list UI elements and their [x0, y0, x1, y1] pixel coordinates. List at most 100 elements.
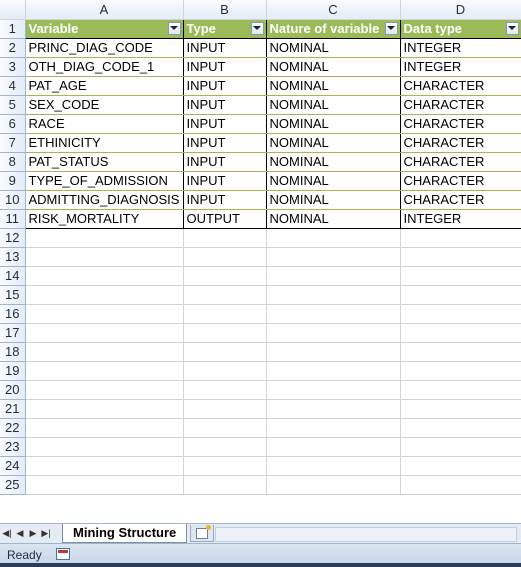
row-header[interactable]: 6 — [0, 114, 26, 134]
empty-cell[interactable] — [25, 247, 184, 267]
filter-dropdown-icon[interactable] — [384, 21, 398, 35]
table-cell[interactable]: PAT_AGE — [25, 76, 184, 96]
empty-cell[interactable] — [266, 475, 401, 495]
table-cell[interactable]: NOMINAL — [266, 76, 401, 96]
table-cell[interactable]: CHARACTER — [400, 152, 521, 172]
empty-cell[interactable] — [400, 304, 521, 324]
table-cell[interactable]: CHARACTER — [400, 76, 521, 96]
table-header-cell[interactable]: Nature of variable — [266, 19, 401, 39]
table-cell[interactable]: OUTPUT — [183, 209, 267, 229]
row-header[interactable]: 12 — [0, 228, 26, 248]
empty-cell[interactable] — [266, 399, 401, 419]
table-cell[interactable]: OTH_DIAG_CODE_1 — [25, 57, 184, 77]
table-header-cell[interactable]: Variable — [25, 19, 184, 39]
row-header[interactable]: 5 — [0, 95, 26, 115]
empty-cell[interactable] — [400, 475, 521, 495]
empty-cell[interactable] — [183, 380, 267, 400]
filter-dropdown-icon[interactable] — [505, 21, 519, 35]
table-cell[interactable]: INTEGER — [400, 57, 521, 77]
table-cell[interactable]: RISK_MORTALITY — [25, 209, 184, 229]
empty-cell[interactable] — [266, 361, 401, 381]
empty-cell[interactable] — [183, 418, 267, 438]
sheet-tab-mining-structure[interactable]: Mining Structure — [62, 524, 188, 543]
filter-dropdown-icon[interactable] — [167, 21, 181, 35]
table-cell[interactable]: CHARACTER — [400, 95, 521, 115]
row-header[interactable]: 25 — [0, 475, 26, 495]
empty-cell[interactable] — [25, 285, 184, 305]
empty-cell[interactable] — [183, 342, 267, 362]
empty-cell[interactable] — [266, 323, 401, 343]
empty-cell[interactable] — [266, 418, 401, 438]
empty-cell[interactable] — [266, 266, 401, 286]
table-cell[interactable]: ETHINICITY — [25, 133, 184, 153]
table-cell[interactable]: ADMITTING_DIAGNOSIS — [25, 190, 184, 210]
column-header-a[interactable]: A — [25, 0, 184, 20]
empty-cell[interactable] — [266, 247, 401, 267]
table-cell[interactable]: INPUT — [183, 57, 267, 77]
empty-cell[interactable] — [400, 266, 521, 286]
table-cell[interactable]: INPUT — [183, 171, 267, 191]
row-header[interactable]: 17 — [0, 323, 26, 343]
empty-cell[interactable] — [400, 285, 521, 305]
table-cell[interactable]: PAT_STATUS — [25, 152, 184, 172]
empty-cell[interactable] — [183, 285, 267, 305]
table-cell[interactable]: INPUT — [183, 38, 267, 58]
row-header[interactable]: 3 — [0, 57, 26, 77]
horizontal-scrollbar[interactable] — [215, 527, 517, 542]
empty-cell[interactable] — [25, 380, 184, 400]
macro-record-icon[interactable] — [56, 548, 70, 560]
empty-cell[interactable] — [400, 228, 521, 248]
empty-cell[interactable] — [400, 399, 521, 419]
empty-cell[interactable] — [183, 247, 267, 267]
empty-cell[interactable] — [25, 323, 184, 343]
table-cell[interactable]: NOMINAL — [266, 57, 401, 77]
row-header[interactable]: 14 — [0, 266, 26, 286]
column-header-c[interactable]: C — [266, 0, 401, 20]
empty-cell[interactable] — [183, 399, 267, 419]
row-header[interactable]: 15 — [0, 285, 26, 305]
table-cell[interactable]: INPUT — [183, 190, 267, 210]
empty-cell[interactable] — [25, 304, 184, 324]
table-cell[interactable]: INPUT — [183, 95, 267, 115]
empty-cell[interactable] — [25, 456, 184, 476]
empty-cell[interactable] — [400, 323, 521, 343]
table-cell[interactable]: NOMINAL — [266, 171, 401, 191]
table-cell[interactable]: CHARACTER — [400, 190, 521, 210]
table-cell[interactable]: INPUT — [183, 152, 267, 172]
row-header[interactable]: 21 — [0, 399, 26, 419]
filter-dropdown-icon[interactable] — [250, 21, 264, 35]
row-header[interactable]: 10 — [0, 190, 26, 210]
empty-cell[interactable] — [400, 247, 521, 267]
empty-cell[interactable] — [400, 342, 521, 362]
empty-cell[interactable] — [183, 323, 267, 343]
row-header[interactable]: 24 — [0, 456, 26, 476]
row-header[interactable]: 18 — [0, 342, 26, 362]
table-cell[interactable]: NOMINAL — [266, 114, 401, 134]
empty-cell[interactable] — [25, 342, 184, 362]
empty-cell[interactable] — [183, 266, 267, 286]
empty-cell[interactable] — [266, 342, 401, 362]
table-cell[interactable]: NOMINAL — [266, 133, 401, 153]
first-sheet-icon[interactable]: ◀| — [2, 527, 12, 539]
empty-cell[interactable] — [400, 437, 521, 457]
empty-cell[interactable] — [183, 361, 267, 381]
row-header[interactable]: 2 — [0, 38, 26, 58]
empty-cell[interactable] — [183, 456, 267, 476]
last-sheet-icon[interactable]: ▶| — [41, 527, 51, 539]
row-header[interactable]: 11 — [0, 209, 26, 229]
row-header[interactable]: 7 — [0, 133, 26, 153]
empty-cell[interactable] — [25, 361, 184, 381]
empty-cell[interactable] — [266, 285, 401, 305]
row-header[interactable]: 20 — [0, 380, 26, 400]
empty-cell[interactable] — [266, 456, 401, 476]
empty-cell[interactable] — [25, 437, 184, 457]
empty-cell[interactable] — [400, 380, 521, 400]
empty-cell[interactable] — [266, 304, 401, 324]
table-cell[interactable]: INPUT — [183, 133, 267, 153]
table-cell[interactable]: SEX_CODE — [25, 95, 184, 115]
table-cell[interactable]: RACE — [25, 114, 184, 134]
table-cell[interactable]: INPUT — [183, 114, 267, 134]
table-cell[interactable]: CHARACTER — [400, 114, 521, 134]
empty-cell[interactable] — [183, 437, 267, 457]
row-header[interactable]: 19 — [0, 361, 26, 381]
